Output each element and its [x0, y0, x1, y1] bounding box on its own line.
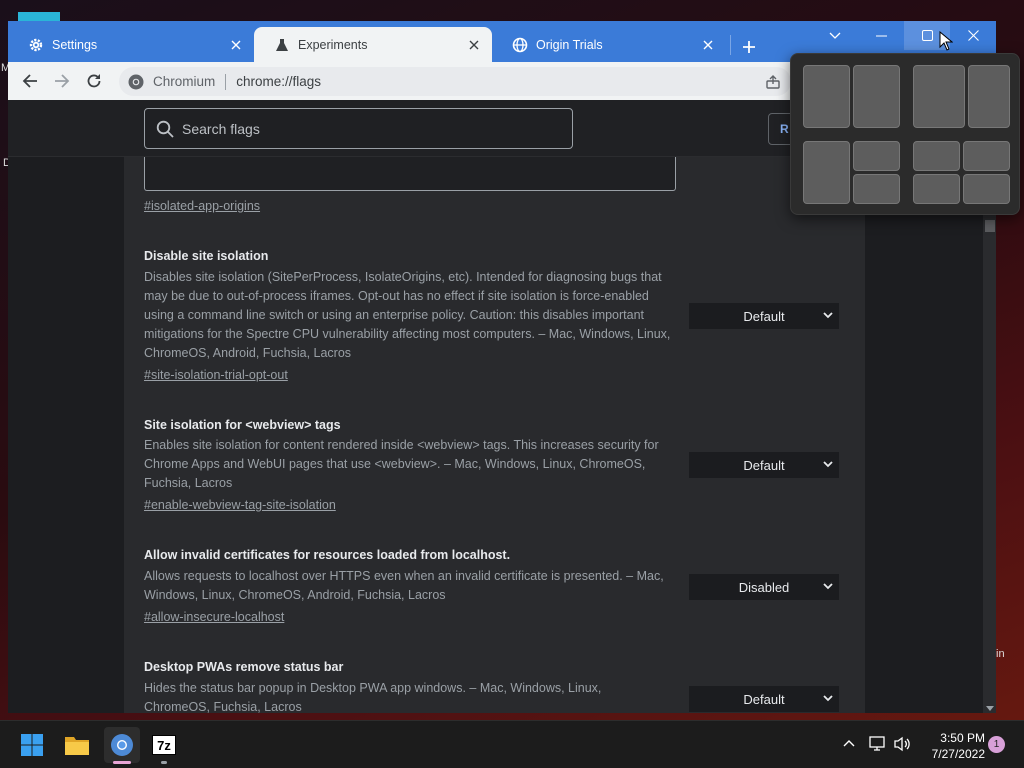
flag-title: Site isolation for <webview> tags: [144, 418, 341, 432]
close-tab-icon[interactable]: [224, 33, 248, 57]
flag-title: Disable site isolation: [144, 249, 269, 263]
tab-divider: [730, 35, 731, 55]
globe-icon: [512, 37, 528, 53]
flag-description: Disables site isolation (SitePerProcess,…: [144, 270, 671, 360]
snap-layouts-flyout: [790, 53, 1020, 215]
flag-link[interactable]: #enable-webview-tag-site-isolation: [144, 498, 336, 512]
flag-link[interactable]: #isolated-app-origins: [144, 199, 260, 213]
flag-select[interactable]: Default: [689, 452, 839, 478]
7zip-label: 7z: [152, 735, 176, 755]
search-input[interactable]: Search flags: [144, 108, 573, 149]
windows-start-icon[interactable]: [16, 729, 48, 761]
arrow-left-icon: [22, 74, 37, 88]
back-button[interactable]: [18, 69, 42, 93]
divider: [225, 73, 227, 90]
taskbar: 7z 3:50 PM 7/27/2022 1: [0, 720, 1024, 768]
chevron-up-icon[interactable]: [843, 739, 855, 747]
close-icon: [967, 30, 979, 41]
address-bar[interactable]: Chromium chrome://flags: [119, 67, 791, 96]
mouse-cursor-icon: [939, 31, 953, 51]
maximize-icon: [921, 30, 933, 41]
flag-select-value: Default: [743, 691, 785, 707]
file-explorer-icon[interactable]: [61, 729, 93, 761]
snap-zone[interactable]: [853, 141, 900, 171]
tab-search-button[interactable]: [812, 21, 858, 50]
clock-time: 3:50 PM: [940, 731, 985, 745]
desktop-text: in: [996, 648, 1005, 660]
search-placeholder: Search flags: [182, 120, 260, 137]
tab-settings[interactable]: Settings: [8, 27, 254, 62]
snap-zone[interactable]: [913, 141, 960, 171]
close-window-button[interactable]: [950, 21, 996, 50]
snap-zone[interactable]: [803, 141, 850, 204]
flag-description: Hides the status bar popup in Desktop PW…: [144, 681, 602, 713]
running-app-indicator: [161, 761, 167, 764]
snap-zone[interactable]: [963, 174, 1010, 204]
site-label: Chromium: [153, 74, 216, 89]
flask-icon: [274, 37, 290, 53]
snap-zone[interactable]: [853, 174, 900, 204]
flag-description: Allows requests to localhost over HTTPS …: [144, 569, 664, 602]
minimize-icon: [875, 35, 887, 36]
share-icon[interactable]: [765, 74, 781, 90]
arrow-right-icon: [55, 74, 70, 88]
tab-label: Settings: [52, 37, 98, 52]
close-tab-icon[interactable]: [696, 33, 720, 57]
tab-label: Origin Trials: [536, 37, 603, 52]
tab-label: Experiments: [298, 37, 368, 52]
flag-select[interactable]: Disabled: [689, 574, 839, 600]
reload-icon: [87, 74, 101, 88]
snap-zone[interactable]: [963, 141, 1010, 171]
snap-zone[interactable]: [968, 65, 1010, 128]
active-app-indicator: [113, 761, 131, 764]
flag-select[interactable]: Default: [689, 303, 839, 329]
flag-title: Allow invalid certificates for resources…: [144, 548, 511, 562]
page-gutter-right: [865, 157, 983, 713]
clock-date: 7/27/2022: [931, 747, 985, 761]
forward-button[interactable]: [50, 69, 74, 93]
flag-description: Enables site isolation for content rende…: [144, 438, 659, 490]
chevron-down-icon: [829, 32, 841, 39]
close-tab-icon[interactable]: [462, 33, 486, 57]
snap-zone[interactable]: [913, 65, 965, 128]
flags-list: [124, 157, 865, 713]
flag-link[interactable]: #site-isolation-trial-opt-out: [144, 368, 288, 382]
chevron-down-icon: [823, 461, 833, 468]
minimize-button[interactable]: [858, 21, 904, 50]
scrollbar-thumb[interactable]: [985, 220, 995, 232]
chevron-down-icon: [823, 695, 833, 702]
chevron-down-icon: [823, 583, 833, 590]
snap-zone[interactable]: [853, 65, 900, 128]
page-gutter-left: [8, 157, 124, 713]
network-icon[interactable]: [869, 736, 887, 752]
scroll-down-icon[interactable]: [986, 706, 994, 711]
url-text: chrome://flags: [236, 74, 322, 89]
snap-zone[interactable]: [913, 174, 960, 204]
flag-link[interactable]: #allow-insecure-localhost: [144, 610, 284, 624]
reload-button[interactable]: [82, 69, 106, 93]
search-icon: [156, 120, 174, 138]
7zip-icon[interactable]: 7z: [148, 729, 180, 761]
snap-zone[interactable]: [803, 65, 850, 128]
volume-icon[interactable]: [893, 736, 911, 752]
flag-select-value: Default: [743, 308, 785, 324]
clock[interactable]: 3:50 PM 7/27/2022: [915, 730, 985, 762]
flag-textarea[interactable]: [144, 157, 676, 191]
flag-select[interactable]: Default: [689, 686, 839, 712]
tab-experiments[interactable]: Experiments: [254, 27, 492, 62]
chevron-down-icon: [823, 312, 833, 319]
flag-select-value: Disabled: [738, 579, 790, 595]
flag-title: Desktop PWAs remove status bar: [144, 660, 344, 674]
gear-icon: [28, 37, 44, 53]
notification-badge[interactable]: 1: [988, 736, 1005, 753]
chromium-icon[interactable]: [104, 727, 140, 763]
chromium-logo-icon: [128, 74, 144, 90]
new-tab-button[interactable]: [737, 35, 761, 59]
tab-origin-trials[interactable]: Origin Trials: [492, 27, 726, 62]
flag-select-value: Default: [743, 457, 785, 473]
